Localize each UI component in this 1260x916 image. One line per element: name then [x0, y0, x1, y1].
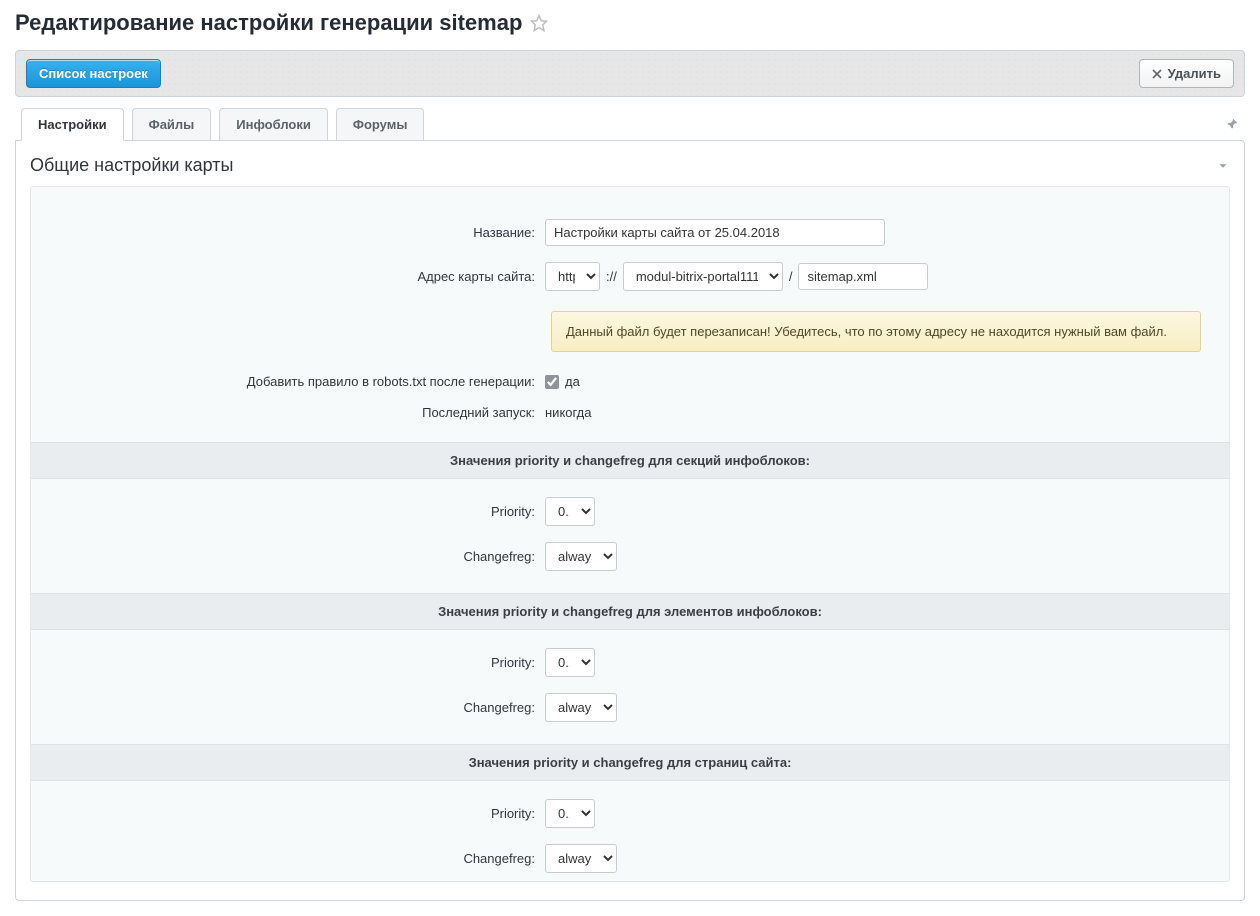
- address-label: Адрес карты сайта:: [55, 269, 535, 284]
- priority-select-pages[interactable]: 0.1: [545, 799, 595, 828]
- priority-label-1: Priority:: [55, 504, 535, 519]
- changefreg-select-elements[interactable]: always: [545, 693, 617, 722]
- priority-select-elements[interactable]: 0.1: [545, 648, 595, 677]
- filename-input[interactable]: [798, 263, 928, 290]
- changefreg-label-2: Changefreg:: [55, 700, 535, 715]
- delete-button-label: Удалить: [1168, 66, 1221, 81]
- robots-label: Добавить правило в robots.txt после гене…: [55, 374, 535, 389]
- section-title: Общие настройки карты: [30, 155, 233, 176]
- changefreg-label-1: Changefreg:: [55, 549, 535, 564]
- robots-checkbox[interactable]: [545, 375, 559, 389]
- protocol-separator: ://: [606, 269, 617, 284]
- last-run-label: Последний запуск:: [55, 405, 535, 420]
- last-run-value: никогда: [545, 405, 591, 420]
- subheader-iblock-sections: Значения priority и changefreg для секци…: [31, 442, 1229, 479]
- changefreg-select-pages[interactable]: always: [545, 844, 617, 873]
- star-icon[interactable]: [530, 14, 548, 32]
- page-title: Редактирование настройки генерации sitem…: [15, 10, 522, 36]
- tab-forums[interactable]: Форумы: [336, 108, 425, 141]
- overwrite-warning: Данный файл будет перезаписан! Убедитесь…: [551, 311, 1201, 352]
- chevron-down-icon[interactable]: [1216, 159, 1230, 173]
- robots-suffix: да: [565, 374, 580, 389]
- name-input[interactable]: [545, 219, 885, 246]
- close-icon: [1152, 69, 1162, 79]
- subheader-site-pages: Значения priority и changefreg для стран…: [31, 744, 1229, 781]
- domain-select[interactable]: modul-bitrix-portal111.ru: [623, 262, 783, 291]
- changefreg-label-3: Changefreg:: [55, 851, 535, 866]
- priority-select-sections[interactable]: 0.1: [545, 497, 595, 526]
- subheader-iblock-elements: Значения priority и changefreg для элеме…: [31, 593, 1229, 630]
- toolbar: Список настроек Удалить: [15, 50, 1245, 97]
- tab-iblocks[interactable]: Инфоблоки: [219, 108, 328, 141]
- name-label: Название:: [55, 225, 535, 240]
- tabs: Настройки Файлы Инфоблоки Форумы: [15, 107, 1245, 140]
- settings-panel: Общие настройки карты Название: Адрес ка…: [15, 140, 1245, 901]
- list-settings-button[interactable]: Список настроек: [26, 59, 161, 88]
- pin-icon[interactable]: [1225, 117, 1239, 134]
- tab-files[interactable]: Файлы: [132, 108, 212, 141]
- form-area: Название: Адрес карты сайта: http :// mo…: [30, 186, 1230, 882]
- delete-button[interactable]: Удалить: [1139, 59, 1234, 88]
- priority-label-2: Priority:: [55, 655, 535, 670]
- protocol-select[interactable]: http: [545, 262, 600, 291]
- tab-settings[interactable]: Настройки: [21, 108, 124, 141]
- changefreg-select-sections[interactable]: always: [545, 542, 617, 571]
- slash-separator: /: [789, 269, 793, 284]
- priority-label-3: Priority:: [55, 806, 535, 821]
